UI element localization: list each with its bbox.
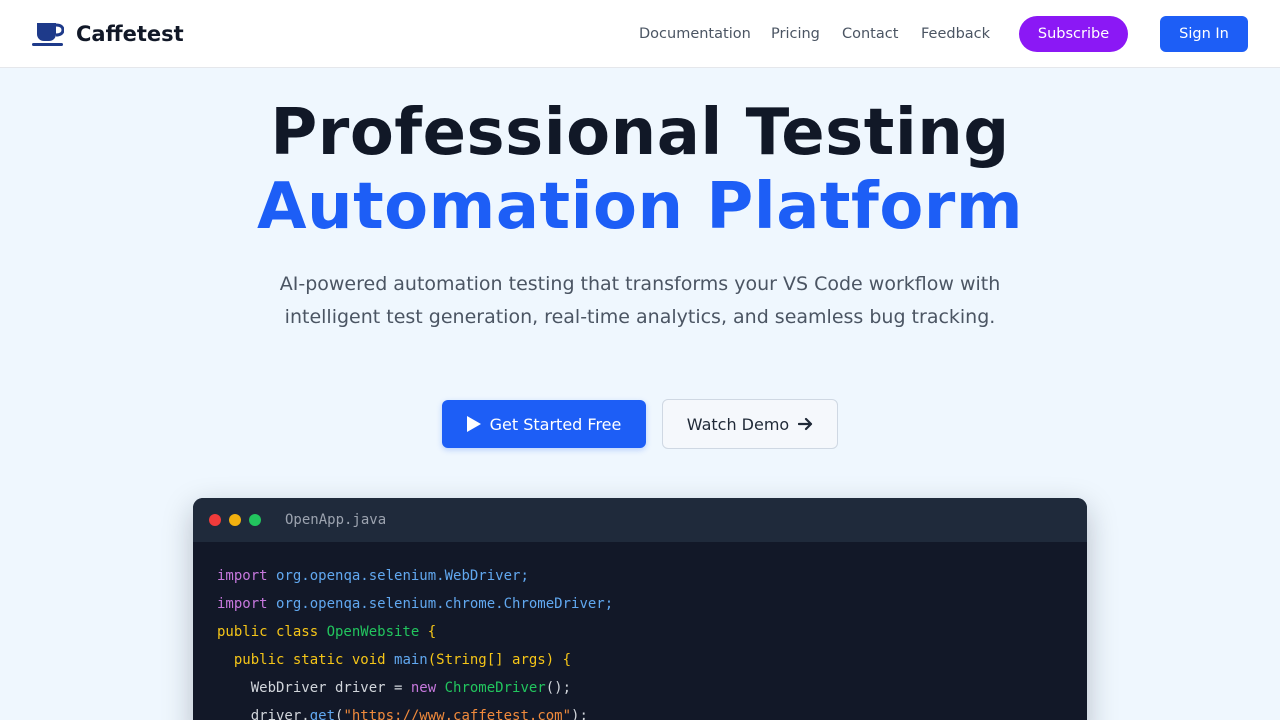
code-token: import (217, 596, 277, 612)
code-token: (String[] args) { (427, 652, 572, 668)
code-line: public class OpenWebsite { (217, 618, 613, 646)
code-preview-window: OpenApp.java import org.openqa.selenium.… (193, 498, 1087, 720)
coffee-cup-icon (32, 23, 64, 46)
code-token: driver. (217, 708, 310, 720)
code-token: (); (545, 680, 572, 696)
window-close-dot (209, 514, 221, 526)
code-token: { (419, 624, 437, 640)
code-window-header: OpenApp.java (193, 498, 1087, 542)
nav-link-documentation[interactable]: Documentation (639, 24, 751, 44)
hero-title-line1: Professional Testing (270, 96, 1010, 170)
code-line: driver.get("https://www.caffetest.com"); (217, 702, 613, 720)
nav-link-pricing[interactable]: Pricing (771, 24, 820, 44)
watch-demo-label: Watch Demo (686, 414, 790, 434)
code-line: public static void main(String[] args) { (217, 646, 613, 674)
nav-link-contact[interactable]: Contact (842, 24, 898, 44)
code-line: import org.openqa.selenium.chrome.Chrome… (217, 590, 613, 618)
code-filename: OpenApp.java (285, 512, 387, 528)
code-token: public class (217, 624, 327, 640)
code-token: org.openqa.selenium.WebDriver; (276, 568, 529, 584)
code-token: org.openqa.selenium.chrome.ChromeDriver; (276, 596, 614, 612)
code-token: public static void (217, 652, 395, 668)
play-icon (466, 416, 481, 432)
brand-logo[interactable]: Caffetest (32, 20, 184, 48)
code-token: ); (571, 708, 588, 720)
window-minimize-dot (229, 514, 241, 526)
code-token: "https://www.caffetest.com" (343, 708, 572, 720)
code-line: import org.openqa.selenium.WebDriver; (217, 562, 613, 590)
code-token: main (394, 652, 428, 668)
code-line: WebDriver driver = new ChromeDriver(); (217, 674, 613, 702)
code-token: get (309, 708, 336, 720)
hero-subtitle: AI-powered automation testing that trans… (279, 273, 1001, 328)
sign-in-button[interactable]: Sign In (1160, 16, 1248, 52)
code-body: import org.openqa.selenium.WebDriver; imp… (217, 562, 613, 720)
code-token: import (217, 568, 277, 584)
arrow-right-icon (798, 417, 813, 431)
subscribe-button[interactable]: Subscribe (1019, 16, 1128, 52)
top-navbar: Caffetest Documentation Pricing Contact … (0, 0, 1280, 68)
nav-link-feedback[interactable]: Feedback (921, 24, 990, 44)
code-token: ChromeDriver (444, 680, 546, 696)
watch-demo-button[interactable]: Watch Demo (662, 399, 838, 449)
window-maximize-dot (249, 514, 261, 526)
code-token: WebDriver driver = (217, 680, 411, 696)
get-started-button[interactable]: Get Started Free (442, 400, 646, 448)
get-started-label: Get Started Free (489, 414, 622, 434)
code-token: OpenWebsite (326, 624, 420, 640)
code-token: new (410, 680, 445, 696)
brand-name: Caffetest (76, 22, 184, 46)
hero-title-line2: Automation Platform (256, 170, 1024, 244)
